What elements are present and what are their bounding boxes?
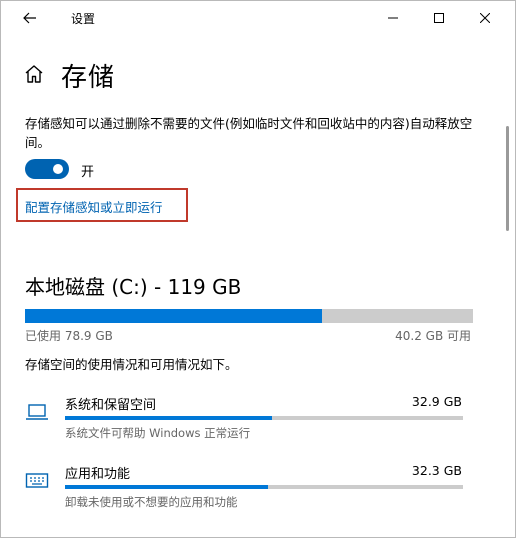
- back-arrow-icon: [23, 12, 36, 24]
- free-space-label: 40.2 GB 可用: [395, 329, 471, 343]
- category-size: 32.3 GB: [411, 463, 462, 478]
- usage-description: 存储空间的使用情况和可用情况如下。: [25, 357, 238, 372]
- category-usage-fill: [65, 485, 268, 489]
- category-name: 应用和功能: [65, 467, 131, 482]
- category-system-reserved[interactable]: 系统和保留空间 32.9 GB 系统文件可帮助 Windows 正常运行: [25, 394, 465, 450]
- configure-storage-sense-link[interactable]: 配置存储感知或立即运行: [25, 197, 163, 216]
- toggle-state-label: 开: [81, 165, 95, 180]
- settings-window: 设置 存储 存储感知可以通过删除不需要的文件(例如临时文件和回收站中的内容)自动…: [0, 0, 516, 538]
- used-space-label: 已使用 78.9 GB: [25, 329, 113, 343]
- window-title: 设置: [71, 12, 96, 26]
- storage-sense-toggle[interactable]: [25, 159, 69, 179]
- laptop-icon: [26, 404, 48, 420]
- category-usage-bar: [65, 416, 463, 420]
- category-usage-fill: [65, 416, 272, 420]
- category-usage-bar: [65, 485, 463, 489]
- close-icon: [480, 13, 490, 23]
- disk-title: 本地磁盘 (C:) - 119 GB: [25, 275, 242, 299]
- disk-usage-bar: [25, 309, 473, 323]
- maximize-icon: [434, 13, 444, 23]
- storage-sense-description: 存储感知可以通过删除不需要的文件(例如临时文件和回收站中的内容)自动释放空间。: [25, 116, 473, 150]
- category-subtitle: 系统文件可帮助 Windows 正常运行: [65, 426, 251, 440]
- keyboard-icon: [25, 473, 49, 488]
- category-apps-features[interactable]: 应用和功能 32.3 GB 卸载未使用或不想要的应用和功能: [25, 463, 465, 519]
- scrollbar[interactable]: [506, 126, 509, 231]
- category-subtitle: 卸载未使用或不想要的应用和功能: [65, 495, 238, 509]
- category-size: 32.9 GB: [411, 394, 462, 409]
- toggle-knob: [53, 164, 63, 174]
- category-name: 系统和保留空间: [65, 398, 157, 413]
- minimize-button[interactable]: [370, 1, 416, 35]
- title-bar: 设置: [1, 1, 515, 35]
- close-button[interactable]: [462, 1, 508, 35]
- page-title: 存储: [61, 63, 116, 93]
- disk-usage-fill: [25, 309, 323, 323]
- maximize-button[interactable]: [416, 1, 462, 35]
- home-icon[interactable]: [23, 63, 45, 85]
- minimize-icon: [388, 17, 398, 19]
- back-button[interactable]: [15, 6, 45, 30]
